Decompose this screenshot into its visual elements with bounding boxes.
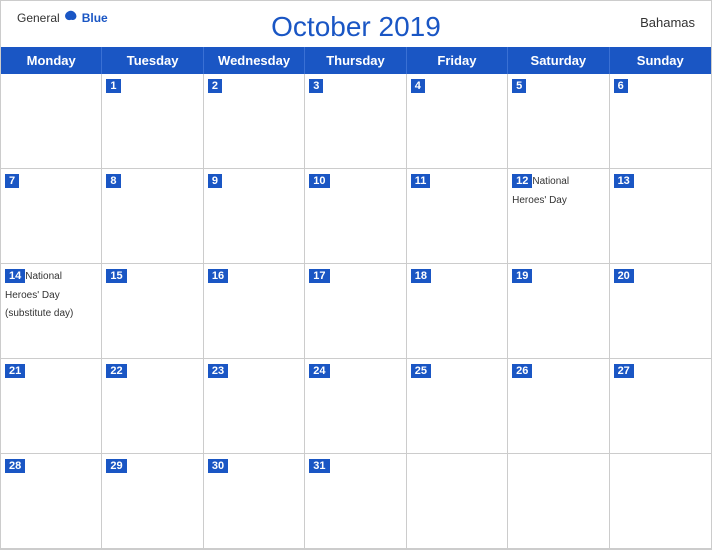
day-cell: 23 — [204, 359, 305, 454]
day-number: 10 — [309, 174, 329, 188]
day-header-sunday: Sunday — [610, 47, 711, 74]
day-number: 20 — [614, 269, 634, 283]
day-number: 26 — [512, 364, 532, 378]
day-number: 19 — [512, 269, 532, 283]
day-cell: 17 — [305, 264, 406, 359]
day-number: 11 — [411, 174, 431, 188]
day-cell: 15 — [102, 264, 203, 359]
day-number: 12 — [512, 174, 532, 188]
day-cell: 13 — [610, 169, 711, 264]
calendar-grid: 123456789101112National Heroes' Day1314N… — [1, 74, 711, 549]
day-cell: 20 — [610, 264, 711, 359]
day-cell: 16 — [204, 264, 305, 359]
day-number: 9 — [208, 174, 222, 188]
day-headers: Monday Tuesday Wednesday Thursday Friday… — [1, 47, 711, 74]
day-cell: 5 — [508, 74, 609, 169]
day-cell: 24 — [305, 359, 406, 454]
day-number: 23 — [208, 364, 228, 378]
day-number: 29 — [106, 459, 126, 473]
day-number: 2 — [208, 79, 222, 93]
day-cell: 6 — [610, 74, 711, 169]
logo: General Blue — [17, 9, 108, 27]
month-title: October 2019 — [271, 11, 441, 43]
day-header-wednesday: Wednesday — [204, 47, 305, 74]
day-number: 17 — [309, 269, 329, 283]
day-number: 31 — [309, 459, 329, 473]
day-cell: 8 — [102, 169, 203, 264]
day-cell: 7 — [1, 169, 102, 264]
day-cell: 4 — [407, 74, 508, 169]
day-number: 7 — [5, 174, 19, 188]
day-number: 22 — [106, 364, 126, 378]
day-cell: 11 — [407, 169, 508, 264]
day-number: 4 — [411, 79, 425, 93]
day-header-saturday: Saturday — [508, 47, 609, 74]
day-number: 3 — [309, 79, 323, 93]
day-cell — [1, 74, 102, 169]
calendar-container: General Blue October 2019 Bahamas Monday… — [0, 0, 712, 550]
day-number: 1 — [106, 79, 120, 93]
day-cell: 26 — [508, 359, 609, 454]
logo-blue: Blue — [82, 11, 108, 25]
day-cell — [610, 454, 711, 549]
day-cell: 10 — [305, 169, 406, 264]
day-cell: 28 — [1, 454, 102, 549]
day-number: 18 — [411, 269, 431, 283]
day-cell: 9 — [204, 169, 305, 264]
day-cell — [407, 454, 508, 549]
day-cell: 14National Heroes' Day (substitute day) — [1, 264, 102, 359]
day-number: 28 — [5, 459, 25, 473]
day-cell: 3 — [305, 74, 406, 169]
day-cell: 27 — [610, 359, 711, 454]
day-cell: 18 — [407, 264, 508, 359]
day-header-monday: Monday — [1, 47, 102, 74]
day-number: 6 — [614, 79, 628, 93]
day-cell: 29 — [102, 454, 203, 549]
calendar-header: General Blue October 2019 Bahamas — [1, 1, 711, 47]
day-number: 5 — [512, 79, 526, 93]
day-cell: 22 — [102, 359, 203, 454]
day-number: 27 — [614, 364, 634, 378]
day-cell: 19 — [508, 264, 609, 359]
country-label: Bahamas — [640, 15, 695, 30]
day-cell: 2 — [204, 74, 305, 169]
day-cell: 25 — [407, 359, 508, 454]
day-header-tuesday: Tuesday — [102, 47, 203, 74]
day-number: 24 — [309, 364, 329, 378]
logo-general: General — [17, 11, 60, 25]
day-number: 15 — [106, 269, 126, 283]
day-cell: 21 — [1, 359, 102, 454]
day-number: 13 — [614, 174, 634, 188]
day-header-friday: Friday — [407, 47, 508, 74]
day-cell — [508, 454, 609, 549]
logo-bird-icon — [62, 9, 80, 27]
day-cell: 31 — [305, 454, 406, 549]
day-number: 14 — [5, 269, 25, 283]
day-cell: 30 — [204, 454, 305, 549]
logo-text: General Blue — [17, 9, 108, 27]
day-number: 16 — [208, 269, 228, 283]
day-number: 8 — [106, 174, 120, 188]
day-cell: 1 — [102, 74, 203, 169]
day-cell: 12National Heroes' Day — [508, 169, 609, 264]
day-number: 21 — [5, 364, 25, 378]
day-header-thursday: Thursday — [305, 47, 406, 74]
day-number: 30 — [208, 459, 228, 473]
day-number: 25 — [411, 364, 431, 378]
